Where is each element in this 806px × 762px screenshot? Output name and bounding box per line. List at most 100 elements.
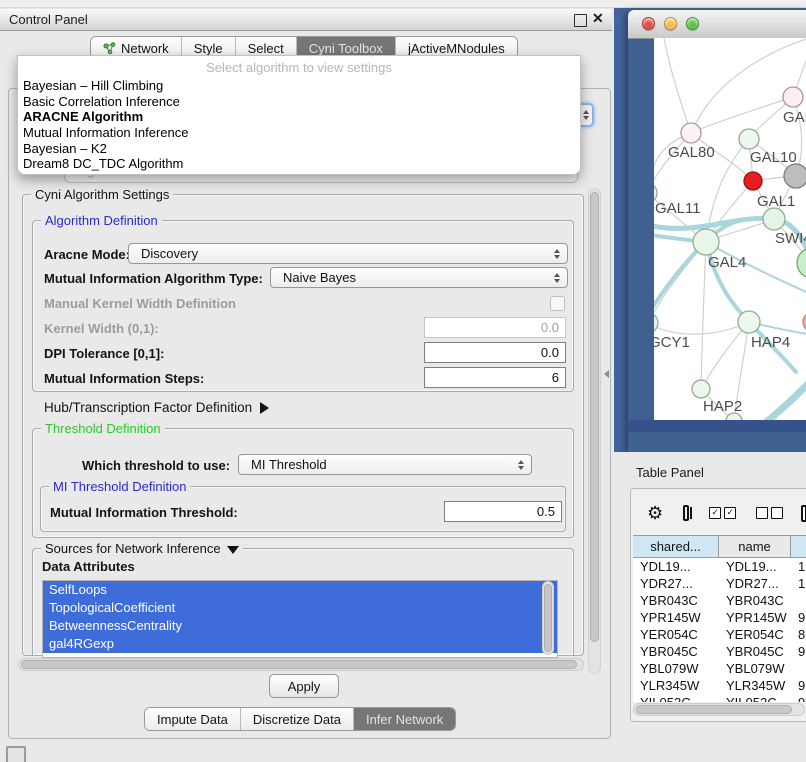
manual-kernel-width-checkbox[interactable] <box>550 296 565 311</box>
table-cell[interactable]: YIL052C <box>633 694 719 702</box>
close-icon[interactable]: ✕ <box>592 10 604 27</box>
aracne-mode-combo[interactable]: Discovery <box>128 243 568 264</box>
table-toolbar: ⚙ ✓ ✓ <box>631 497 806 529</box>
algorithm-option-bayesian-hill-climbing[interactable]: Bayesian – Hill Climbing <box>21 78 577 94</box>
network-window-bottom-edge <box>628 420 806 432</box>
algorithm-option-bayesian-k2[interactable]: Bayesian – K2 <box>21 141 577 157</box>
network-window-titlebar[interactable] <box>628 10 806 39</box>
manual-kernel-width-label: Manual Kernel Width Definition <box>44 296 236 311</box>
table-cell[interactable] <box>791 592 806 609</box>
panel-collapse-arrow[interactable] <box>604 370 609 378</box>
deselect-all-checkboxes-icon[interactable] <box>756 507 783 519</box>
dpi-tolerance-label: DPI Tolerance [0,1]: <box>44 346 164 361</box>
mi-algorithm-type-combo[interactable]: Naive Bayes <box>270 267 568 288</box>
kernel-width-field[interactable]: 0.0 <box>424 317 566 338</box>
attribute-item-gal4rgexp[interactable]: gal4RGexp <box>43 635 557 653</box>
table-panel: Table Panel ⚙ ✓ ✓ shared...nameAYDL19...… <box>614 452 806 762</box>
table-cell[interactable]: 9 <box>791 694 806 702</box>
table-cell[interactable]: YBR043C <box>633 592 719 609</box>
which-threshold-combo[interactable]: MI Threshold <box>238 454 532 475</box>
attribute-item-topologicalcoefficient[interactable]: TopologicalCoefficient <box>43 599 557 617</box>
node-attribute-table: shared...nameAYDL19...YDL19...13YDR27...… <box>633 535 806 702</box>
sources-title[interactable]: Sources for Network Inference <box>41 541 243 556</box>
dock-mini-icon[interactable] <box>6 746 26 762</box>
tab-discretize-data[interactable]: Discretize Data <box>241 708 354 730</box>
column-header-shared[interactable]: shared... <box>633 536 719 558</box>
network-icon <box>103 42 116 55</box>
new-table-icon[interactable] <box>801 505 806 522</box>
control-panel-titlebar: Control Panel ✕ <box>0 8 612 31</box>
network-node-label: GAL1 <box>757 193 795 210</box>
table-cell[interactable]: YDR27... <box>633 575 719 592</box>
column-layout-icon[interactable] <box>683 505 689 521</box>
tab-impute-data[interactable]: Impute Data <box>145 708 241 730</box>
table-cell[interactable] <box>791 660 806 677</box>
network-node-hap2[interactable] <box>692 380 710 398</box>
table-cell[interactable]: YBR043C <box>719 592 791 609</box>
table-cell[interactable]: YDR27... <box>719 575 791 592</box>
float-window-icon[interactable] <box>574 14 587 27</box>
tab-infer-network[interactable]: Infer Network <box>354 708 455 730</box>
table-cell[interactable]: YBL079W <box>719 660 791 677</box>
table-cell[interactable]: YDL19... <box>719 558 791 575</box>
network-node-gal[interactable] <box>783 87 803 107</box>
bottom-tabbar: Impute DataDiscretize DataInfer Network <box>144 707 456 731</box>
network-node-gcy1[interactable] <box>654 313 658 333</box>
algorithm-option-dream8-dc-tdc-algorithm[interactable]: Dream8 DC_TDC Algorithm <box>21 156 577 172</box>
settings-horizontal-scrollbar[interactable] <box>18 658 584 671</box>
network-node-hap4[interactable] <box>738 311 760 333</box>
table-cell[interactable]: 9. <box>791 643 806 660</box>
column-header-name[interactable]: name <box>719 536 791 558</box>
hub-definition-toggle[interactable]: Hub/Transcription Factor Definition <box>44 400 269 415</box>
table-horizontal-scrollbar[interactable] <box>633 703 805 716</box>
network-node[interactable] <box>763 208 785 230</box>
algorithm-option-basic-correlation-inference[interactable]: Basic Correlation Inference <box>21 94 577 110</box>
column-header-a[interactable]: A <box>791 536 806 558</box>
table-cell[interactable]: 12 <box>791 575 806 592</box>
network-node[interactable] <box>784 164 806 188</box>
attributes-scrollbar[interactable] <box>542 581 554 655</box>
network-graph: GALGAL80GAL10GAL1GAL11SWI4GAL4GCY1HAP4YH… <box>654 38 806 420</box>
network-node-gal10[interactable] <box>739 129 759 149</box>
attribute-item-betweennesscentrality[interactable]: BetweennessCentrality <box>43 617 557 635</box>
minimize-traffic-light-icon[interactable] <box>664 17 677 30</box>
control-panel-title: Control Panel <box>9 12 88 27</box>
table-cell[interactable]: 13 <box>791 558 806 575</box>
which-threshold-label: Which threshold to use: <box>82 458 230 473</box>
network-canvas[interactable]: GALGAL80GAL10GAL1GAL11SWI4GAL4GCY1HAP4YH… <box>654 38 806 420</box>
mi-threshold-field[interactable]: 0.5 <box>444 501 562 522</box>
network-node-gal1[interactable] <box>744 172 762 190</box>
table-cell[interactable]: YPR145W <box>719 609 791 626</box>
network-node-gal80[interactable] <box>681 123 701 143</box>
table-cell[interactable]: YDL19... <box>633 558 719 575</box>
algorithm-option-aracne-algorithm[interactable]: ARACNE Algorithm <box>21 109 577 125</box>
table-cell[interactable]: YIL052C <box>719 694 791 702</box>
close-traffic-light-icon[interactable] <box>642 17 655 30</box>
table-cell[interactable]: 9. <box>791 677 806 694</box>
network-node-gal4[interactable] <box>693 229 719 255</box>
table-cell[interactable]: YER054C <box>719 626 791 643</box>
table-cell[interactable]: YBR045C <box>633 643 719 660</box>
dpi-tolerance-field[interactable]: 0.0 <box>424 342 566 363</box>
table-cell[interactable]: 9. <box>791 609 806 626</box>
table-cell[interactable]: YPR145W <box>633 609 719 626</box>
cyni-algorithm-settings-title: Cyni Algorithm Settings <box>31 187 173 202</box>
network-node-swi4[interactable] <box>797 248 806 278</box>
threshold-definition-title: Threshold Definition <box>41 421 165 436</box>
mi-steps-field[interactable]: 6 <box>424 367 566 388</box>
gear-icon[interactable]: ⚙ <box>647 503 663 524</box>
algorithm-option-mutual-information-inference[interactable]: Mutual Information Inference <box>21 125 577 141</box>
settings-vertical-scrollbar[interactable] <box>588 188 601 674</box>
table-cell[interactable]: YLR345W <box>633 677 719 694</box>
table-cell[interactable]: 8. <box>791 626 806 643</box>
table-cell[interactable]: YER054C <box>633 626 719 643</box>
table-cell[interactable]: YBR045C <box>719 643 791 660</box>
zoom-traffic-light-icon[interactable] <box>686 17 699 30</box>
combo-arrows-icon <box>554 268 560 287</box>
table-cell[interactable]: YBL079W <box>633 660 719 677</box>
apply-button[interactable]: Apply <box>269 674 339 698</box>
table-cell[interactable]: YLR345W <box>719 677 791 694</box>
attribute-item-selfloops[interactable]: SelfLoops <box>43 581 557 599</box>
data-attributes-list: SelfLoopsTopologicalCoefficientBetweenne… <box>42 580 558 658</box>
select-all-checkboxes-icon[interactable]: ✓ ✓ <box>709 507 736 519</box>
